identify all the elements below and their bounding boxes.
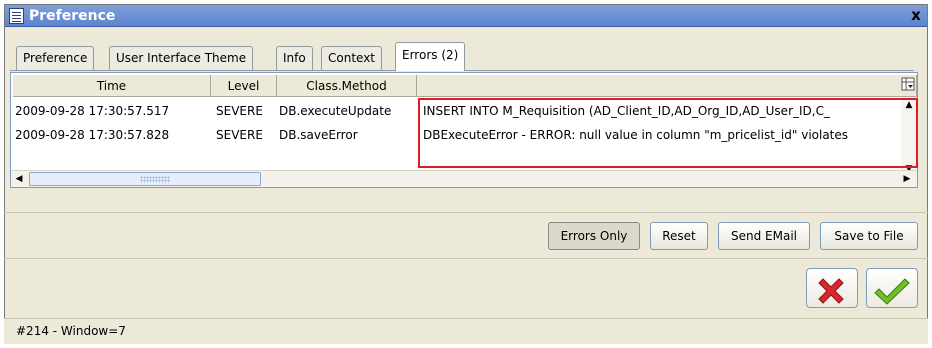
ok-button[interactable]: [866, 268, 918, 308]
errors-only-toggle[interactable]: Errors Only: [548, 222, 640, 250]
scroll-left-arrow-icon[interactable]: ◀: [11, 171, 27, 187]
tab-errors[interactable]: Errors (2): [395, 42, 466, 71]
status-text: #214 - Window=7: [16, 324, 126, 338]
scrollbar-thumb[interactable]: [29, 172, 261, 186]
checkmark-icon: [874, 278, 910, 305]
error-log-table: Time Level Class.Method 2009-09-28 17:30…: [10, 72, 918, 188]
scroll-right-arrow-icon[interactable]: ▶: [899, 171, 915, 187]
window-app-icon: [9, 8, 24, 24]
window-title: Preference: [29, 8, 116, 24]
cell-message: INSERT INTO M_Requisition (AD_Client_ID,…: [423, 104, 830, 118]
column-header-message[interactable]: [417, 75, 917, 97]
tab-user-interface-theme[interactable]: User Interface Theme: [109, 46, 254, 70]
cell-time: 2009-09-28 17:30:57.517: [15, 104, 170, 118]
divider: [4, 258, 928, 259]
horizontal-scrollbar[interactable]: ◀ ▶: [11, 170, 917, 187]
tab-info[interactable]: Info: [276, 46, 313, 70]
status-bar: #214 - Window=7: [4, 318, 928, 344]
column-header-class-method[interactable]: Class.Method: [277, 75, 417, 97]
column-header-time[interactable]: Time: [13, 75, 211, 97]
scroll-up-arrow-icon[interactable]: ▲: [901, 97, 917, 113]
cell-method: DB.saveError: [279, 128, 358, 142]
cancel-x-icon: [818, 278, 844, 304]
cell-method: DB.executeUpdate: [279, 104, 392, 118]
divider: [4, 212, 928, 213]
cell-message: DBExecuteError - ERROR: null value in co…: [423, 128, 849, 142]
cancel-button[interactable]: [806, 268, 858, 308]
column-chooser-icon[interactable]: [901, 77, 915, 91]
title-bar[interactable]: Preference x: [5, 5, 927, 27]
column-header-level[interactable]: Level: [211, 75, 277, 97]
tab-preference[interactable]: Preference: [16, 46, 95, 70]
cell-time: 2009-09-28 17:30:57.828: [15, 128, 170, 142]
close-button[interactable]: x: [907, 7, 925, 24]
send-email-button[interactable]: Send EMail: [718, 222, 810, 250]
reset-button[interactable]: Reset: [650, 222, 708, 250]
save-to-file-button[interactable]: Save to File: [820, 222, 918, 250]
cell-level: SEVERE: [216, 104, 263, 118]
vertical-scrollbar[interactable]: ▲ ▼: [901, 97, 917, 177]
tab-context[interactable]: Context: [321, 46, 383, 70]
cell-level: SEVERE: [216, 128, 263, 142]
